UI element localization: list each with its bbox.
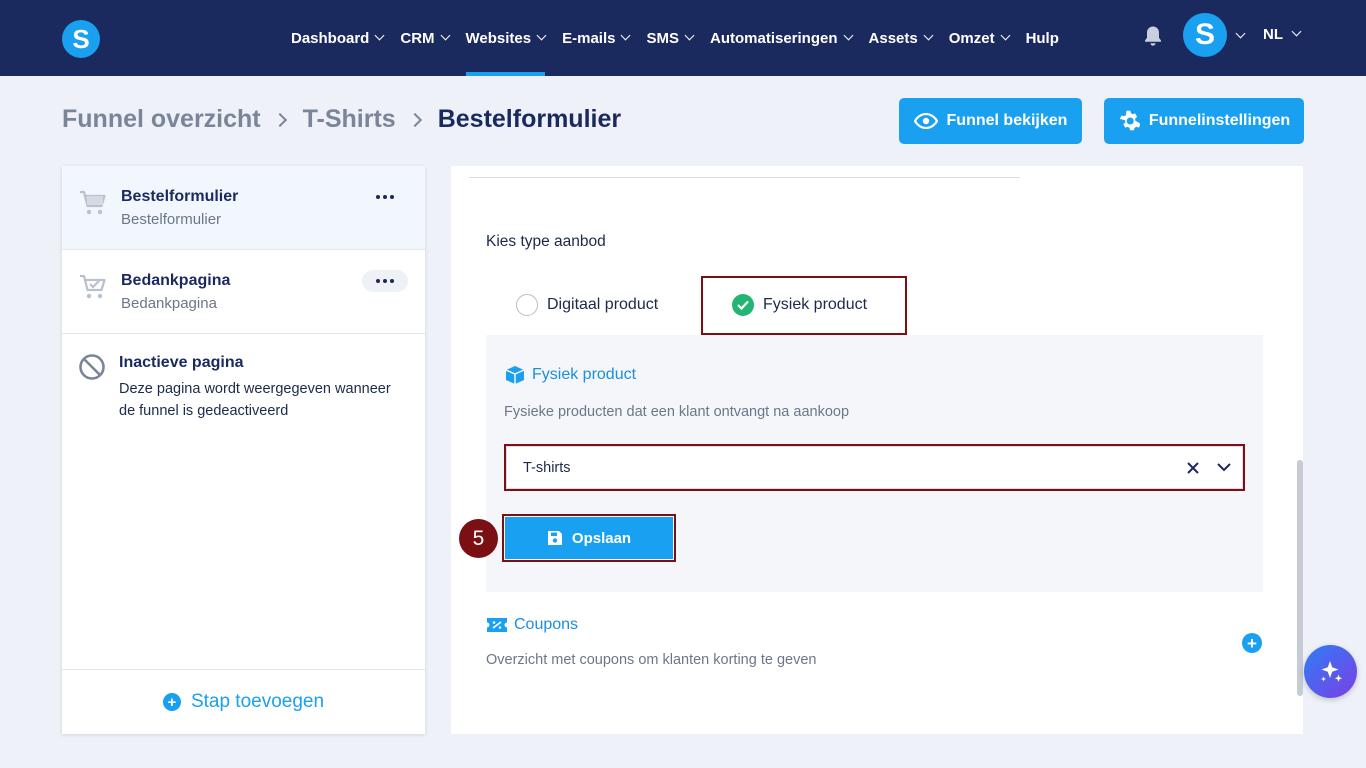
coupon-ticket-icon <box>487 618 507 632</box>
radio-digital-label: Digitaal product <box>547 296 659 313</box>
funnel-settings-button[interactable]: Funnelinstellingen <box>1104 98 1304 144</box>
language-label: NL <box>1263 26 1283 43</box>
add-step-label: Stap toevoegen <box>190 691 325 712</box>
more-options-button[interactable] <box>362 186 408 208</box>
user-avatar[interactable]: S <box>1183 13 1227 57</box>
inactive-page-description: Deze pagina wordt weergegeven wanneer de… <box>119 381 391 419</box>
add-step-button[interactable]: + Stap toevoegen <box>62 669 425 734</box>
nav-revenue[interactable]: Omzet <box>948 0 1011 76</box>
floppy-disk-icon <box>547 531 562 545</box>
top-navbar: S Dashboard CRM Websites E-mails SMS Aut… <box>0 0 1366 76</box>
ban-icon <box>79 354 105 380</box>
chevron-down-icon <box>536 30 547 40</box>
scrollbar[interactable] <box>1297 460 1303 696</box>
physical-product-title: Fysiek product <box>532 366 637 383</box>
step-bestelformulier[interactable]: Bestelformulier Bestelformulier <box>62 166 425 250</box>
chevron-right-icon <box>272 112 287 127</box>
radio-unchecked-icon <box>516 294 538 316</box>
radio-physical-label: Fysiek product <box>763 296 868 313</box>
step-title: Bestelformulier <box>121 188 239 205</box>
nav-sms-label: SMS <box>646 29 679 47</box>
step-title: Bedankpagina <box>121 272 231 289</box>
step-subtitle: Bestelformulier <box>121 211 222 228</box>
bell-icon[interactable] <box>1143 25 1163 47</box>
page-title: Bestelformulier <box>437 105 622 133</box>
nav-websites[interactable]: Websites <box>465 0 547 76</box>
main-nav: Dashboard CRM Websites E-mails SMS Autom… <box>291 0 1076 76</box>
nav-assets-label: Assets <box>868 29 918 47</box>
nav-dashboard[interactable]: Dashboard <box>291 0 385 76</box>
product-select[interactable]: T-shirts <box>506 446 1243 489</box>
product-select-value: T-shirts <box>523 459 571 476</box>
language-selector[interactable]: NL <box>1263 26 1302 43</box>
offer-type-label: Kies type aanbod <box>486 233 606 250</box>
nav-help-label: Hulp <box>1025 29 1059 47</box>
chevron-down-icon[interactable] <box>1216 459 1232 475</box>
nav-help[interactable]: Hulp <box>1026 0 1059 76</box>
chevron-down-icon <box>684 30 695 40</box>
breadcrumb-funnel-overview[interactable]: Funnel overzicht <box>62 105 261 134</box>
breadcrumb: Funnel overzicht T-Shirts Bestelformulie… <box>62 105 621 134</box>
nav-assets[interactable]: Assets <box>868 0 934 76</box>
eye-icon <box>913 113 938 129</box>
chevron-right-icon <box>407 112 422 127</box>
more-options-button[interactable] <box>362 270 408 292</box>
chevron-down-icon[interactable] <box>1235 28 1246 39</box>
chevron-down-icon <box>843 30 853 40</box>
divider <box>469 177 1020 178</box>
coupons-description: Overzicht met coupons om klanten korting… <box>486 652 817 668</box>
box-icon <box>505 366 525 384</box>
sparkle-icon <box>1320 660 1342 682</box>
step-subtitle: Bedankpagina <box>121 295 217 312</box>
funnel-settings-label: Funnelinstellingen <box>1148 112 1291 129</box>
cart-check-icon <box>80 274 106 299</box>
save-label: Opslaan <box>571 529 632 547</box>
view-funnel-button[interactable]: Funnel bekijken <box>899 98 1082 144</box>
nav-crm-label: CRM <box>400 29 435 47</box>
app-logo[interactable]: S <box>62 20 100 58</box>
nav-dashboard-label: Dashboard <box>291 29 370 47</box>
chevron-down-icon <box>374 30 385 40</box>
step-bedankpagina[interactable]: Bedankpagina Bedankpagina <box>62 250 425 334</box>
coupons-heading: Coupons <box>486 616 578 634</box>
chevron-down-icon <box>1000 30 1011 40</box>
view-funnel-label: Funnel bekijken <box>946 112 1068 129</box>
save-button[interactable]: Opslaan <box>505 517 673 559</box>
physical-product-description: Fysieke producten dat een klant ontvangt… <box>504 404 850 420</box>
ai-assistant-button[interactable] <box>1304 645 1357 698</box>
nav-websites-label: Websites <box>465 29 532 47</box>
inactive-page-title: Inactieve pagina <box>119 354 244 371</box>
shopping-cart-icon <box>80 190 106 215</box>
check-circle-icon <box>732 294 754 316</box>
funnel-steps-panel: Bestelformulier Bestelformulier Bedankpa… <box>62 166 425 734</box>
inactive-page-item[interactable]: Inactieve pagina Deze pagina wordt weerg… <box>62 334 425 434</box>
nav-emails-label: E-mails <box>562 29 616 47</box>
coupons-title: Coupons <box>514 616 579 633</box>
nav-automations-label: Automatiseringen <box>710 29 838 47</box>
clear-icon[interactable] <box>1185 460 1201 476</box>
gear-icon <box>1119 110 1140 131</box>
nav-revenue-label: Omzet <box>948 29 995 47</box>
physical-product-heading: Fysiek product <box>504 365 636 385</box>
chevron-down-icon <box>440 30 450 40</box>
add-coupon-button[interactable]: + <box>1242 633 1262 653</box>
nav-emails[interactable]: E-mails <box>562 0 631 76</box>
chevron-down-icon <box>923 30 934 40</box>
radio-digital-product[interactable]: Digitaal product <box>516 294 658 316</box>
step-editor-panel: Kies type aanbod Digitaal product Fysiek… <box>451 166 1303 734</box>
nav-sms[interactable]: SMS <box>646 0 695 76</box>
nav-crm[interactable]: CRM <box>400 0 450 76</box>
radio-physical-product[interactable]: Fysiek product <box>732 294 867 316</box>
nav-automations[interactable]: Automatiseringen <box>710 0 853 76</box>
chevron-down-icon <box>621 30 631 40</box>
chevron-down-icon <box>1291 26 1302 37</box>
breadcrumb-tshirts[interactable]: T-Shirts <box>303 105 396 134</box>
plus-circle-icon: + <box>162 693 181 711</box>
step-number-badge: 5 <box>459 519 498 558</box>
